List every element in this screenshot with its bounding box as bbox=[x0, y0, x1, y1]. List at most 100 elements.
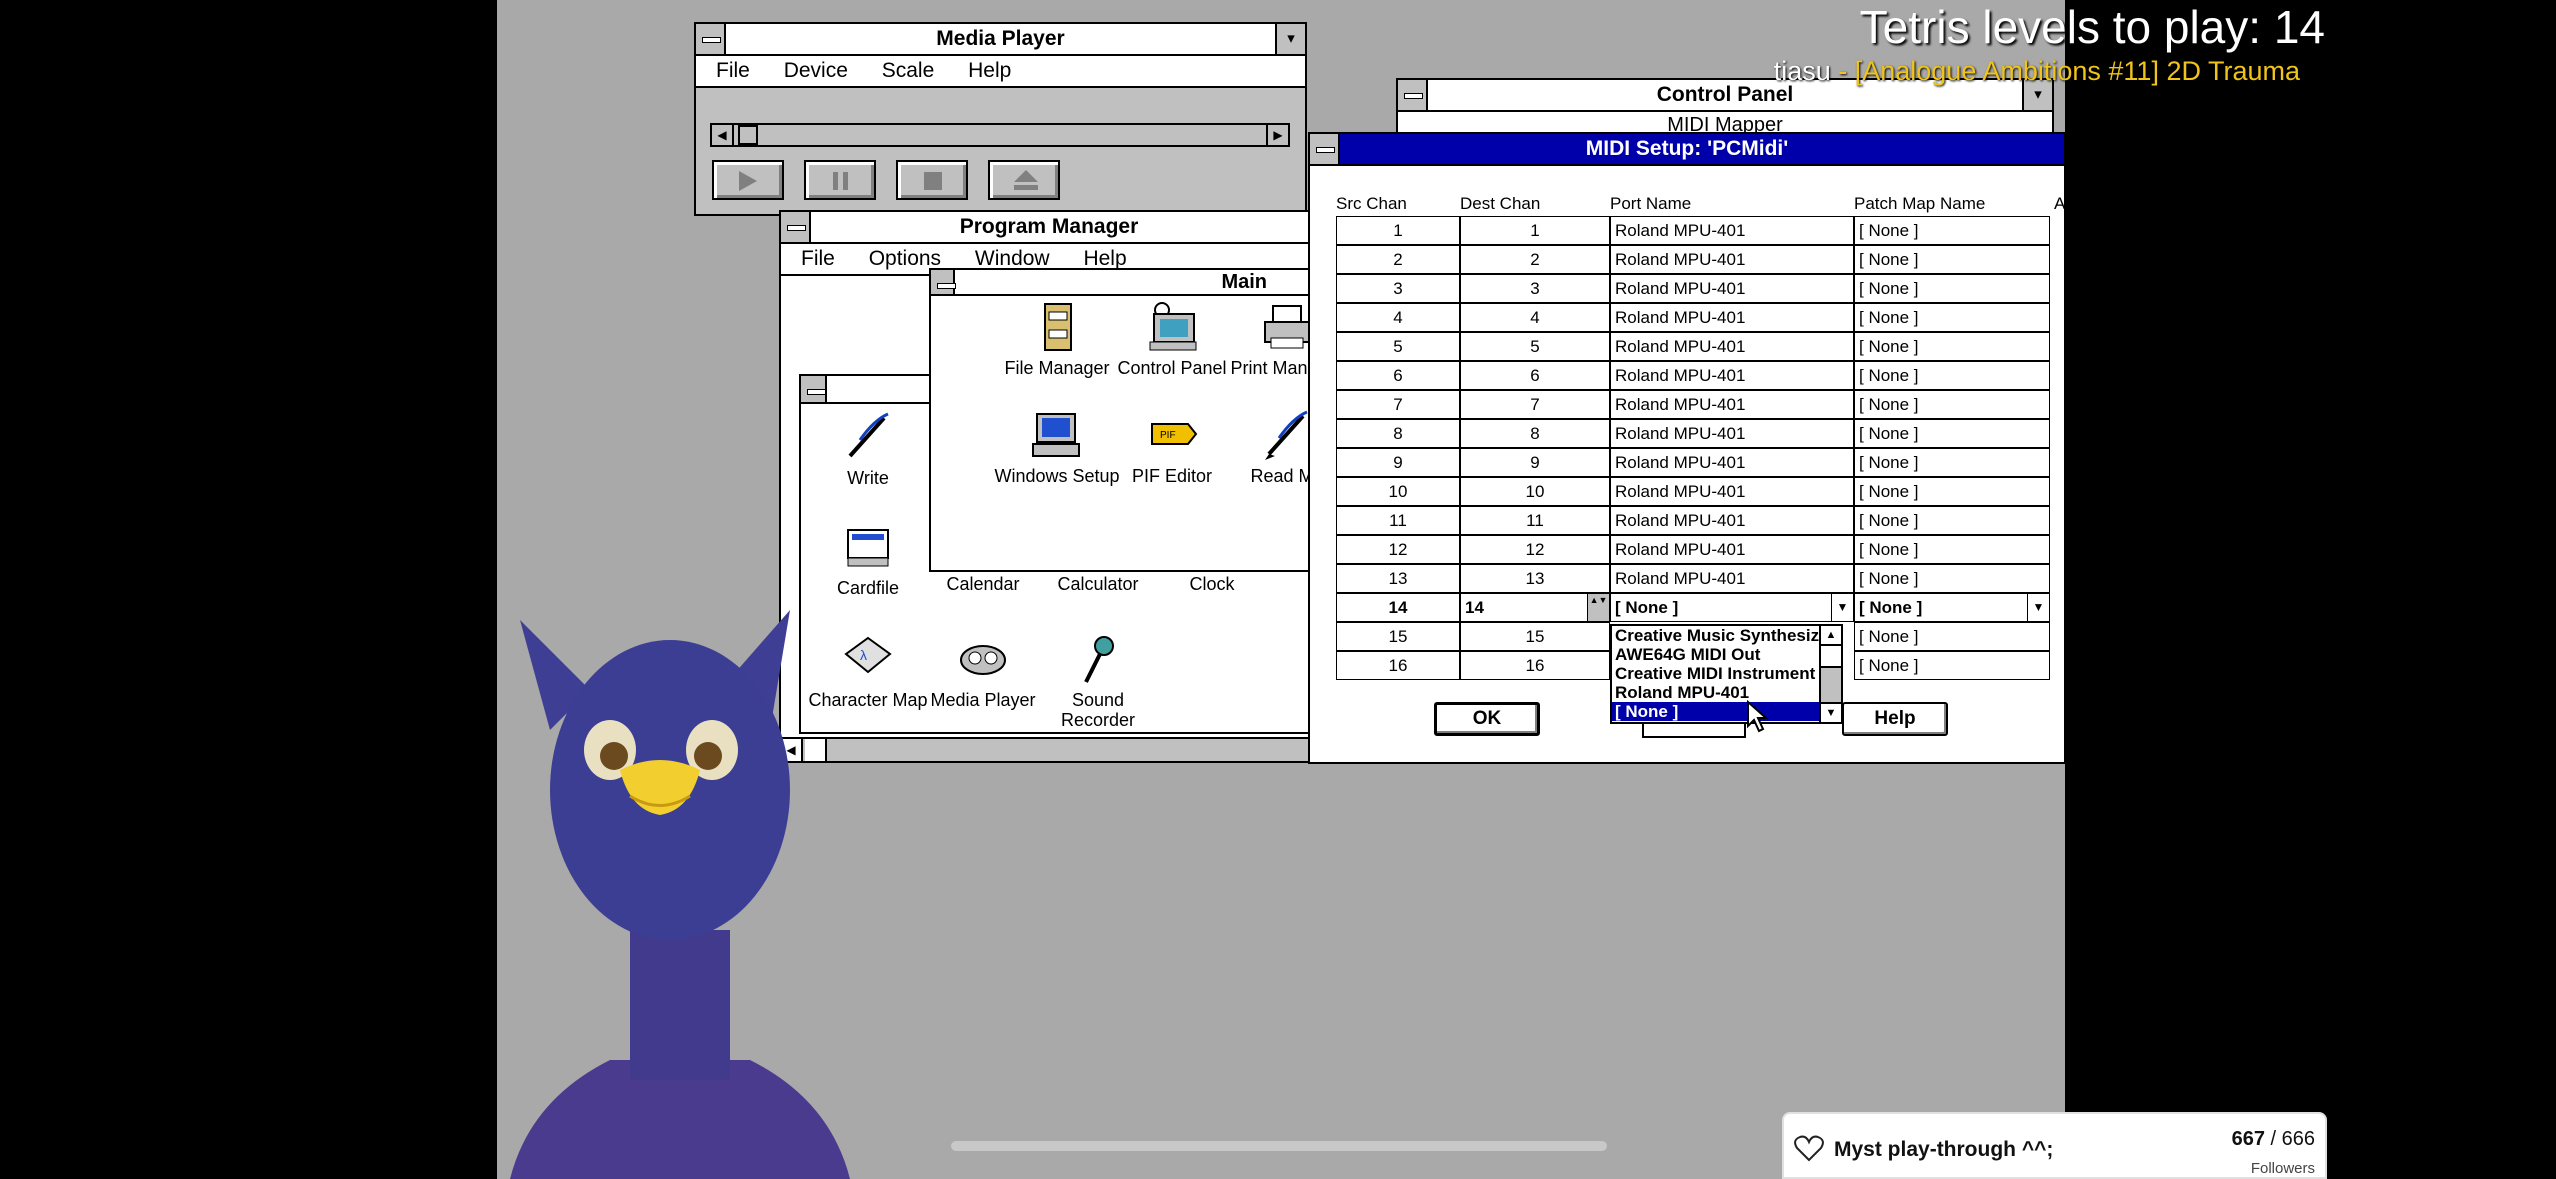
port-name-cell[interactable]: Roland MPU-401 bbox=[1610, 274, 1854, 303]
pause-button[interactable] bbox=[804, 160, 876, 200]
port-dropdown-list[interactable]: Creative Music Synthesizer AWE64G MIDI Ou… bbox=[1610, 624, 1843, 724]
print-manager-icon[interactable]: Print Manager bbox=[1222, 300, 1317, 378]
play-button[interactable] bbox=[712, 160, 784, 200]
system-menu-icon[interactable] bbox=[781, 212, 811, 242]
port-name-cell[interactable]: Roland MPU-401 bbox=[1610, 390, 1854, 419]
system-menu-icon[interactable] bbox=[696, 24, 726, 54]
dropdown-option[interactable]: Creative MIDI Instrument bbox=[1612, 664, 1819, 683]
menu-scale[interactable]: Scale bbox=[874, 56, 943, 86]
position-scrollbar[interactable]: ◀ ▶ bbox=[710, 123, 1290, 147]
menu-help[interactable]: Help bbox=[960, 56, 1019, 86]
dest-chan-cell[interactable]: 3 bbox=[1460, 274, 1610, 303]
dest-chan-cell[interactable]: 4 bbox=[1460, 303, 1610, 332]
main-group-title[interactable]: Main bbox=[931, 270, 1317, 296]
windows-setup-icon[interactable]: Windows Setup bbox=[992, 408, 1122, 486]
media-player-title[interactable]: Media Player bbox=[696, 24, 1305, 56]
patch-map-cell[interactable]: [ None ] bbox=[1854, 245, 2050, 274]
read-me-icon[interactable]: Read Me bbox=[1222, 408, 1317, 486]
scroll-thumb[interactable] bbox=[738, 125, 758, 145]
dropdown-option[interactable]: Roland MPU-401 bbox=[1612, 683, 1819, 702]
dropdown-scrollbar[interactable]: ▲ ▼ bbox=[1819, 626, 1841, 722]
scroll-thumb[interactable] bbox=[1821, 646, 1841, 668]
dest-chan-cell[interactable]: 15 bbox=[1460, 622, 1610, 651]
dest-chan-cell[interactable]: 7 bbox=[1460, 390, 1610, 419]
port-name-cell[interactable]: Roland MPU-401 bbox=[1610, 303, 1854, 332]
minimize-icon[interactable]: ▾ bbox=[1275, 24, 1305, 54]
dropdown-option[interactable]: Creative Music Synthesizer bbox=[1612, 626, 1819, 645]
dropdown-option[interactable]: AWE64G MIDI Out bbox=[1612, 645, 1819, 664]
dest-chan-cell[interactable]: 9 bbox=[1460, 448, 1610, 477]
system-menu-icon[interactable] bbox=[1310, 134, 1340, 164]
sound-recorder-icon[interactable]: Sound Recorder bbox=[1033, 632, 1163, 730]
calendar-label[interactable]: Calendar bbox=[918, 574, 1048, 594]
dest-chan-cell[interactable]: 12 bbox=[1460, 535, 1610, 564]
file-manager-icon[interactable]: File Manager bbox=[992, 300, 1122, 378]
dest-chan-cell[interactable]: 13 bbox=[1460, 564, 1610, 593]
port-name-cell[interactable]: Roland MPU-401 bbox=[1610, 448, 1854, 477]
media-player-icon[interactable]: Media Player bbox=[918, 632, 1048, 710]
dest-chan-cell[interactable]: 1 bbox=[1460, 216, 1610, 245]
eject-button[interactable] bbox=[988, 160, 1060, 200]
dropdown-arrow-icon[interactable]: ▼ bbox=[2027, 594, 2049, 621]
port-name-cell[interactable]: Roland MPU-401 bbox=[1610, 506, 1854, 535]
patch-map-cell[interactable]: [ None ] ▼ bbox=[1854, 593, 2050, 622]
patch-map-cell[interactable]: [ None ] bbox=[1854, 419, 2050, 448]
system-menu-icon[interactable] bbox=[1398, 80, 1428, 110]
system-menu-icon[interactable] bbox=[931, 270, 956, 294]
port-name-cell[interactable]: Roland MPU-401 bbox=[1610, 564, 1854, 593]
port-name-cell[interactable]: Roland MPU-401 bbox=[1610, 535, 1854, 564]
control-panel-icon[interactable]: Control Panel bbox=[1107, 300, 1237, 378]
patch-map-cell[interactable]: [ None ] bbox=[1854, 390, 2050, 419]
port-name-cell[interactable]: Roland MPU-401 bbox=[1610, 245, 1854, 274]
help-button[interactable]: Help bbox=[1842, 702, 1948, 736]
dest-chan-cell[interactable]: 14 ▲▼ bbox=[1460, 593, 1610, 622]
dest-chan-cell[interactable]: 5 bbox=[1460, 332, 1610, 361]
menu-file[interactable]: File bbox=[708, 56, 758, 86]
patch-map-cell[interactable]: [ None ] bbox=[1854, 651, 2050, 680]
ok-button[interactable]: OK bbox=[1434, 702, 1540, 736]
port-name-cell[interactable]: [ None ] ▼ bbox=[1610, 593, 1854, 622]
patch-map-cell[interactable]: [ None ] bbox=[1854, 477, 2050, 506]
menu-file[interactable]: File bbox=[793, 244, 843, 274]
port-name-cell[interactable]: Roland MPU-401 bbox=[1610, 332, 1854, 361]
dest-chan-cell[interactable]: 2 bbox=[1460, 245, 1610, 274]
cardfile-icon[interactable]: Cardfile bbox=[803, 520, 933, 598]
patch-map-cell[interactable]: [ None ] bbox=[1854, 303, 2050, 332]
stop-button[interactable] bbox=[896, 160, 968, 200]
dropdown-option[interactable]: [ None ] bbox=[1612, 702, 1819, 721]
write-icon[interactable]: Write bbox=[803, 410, 933, 488]
spinner-icon[interactable]: ▲▼ bbox=[1587, 594, 1609, 621]
patch-map-cell[interactable]: [ None ] bbox=[1854, 564, 2050, 593]
scroll-right-icon[interactable]: ▶ bbox=[1266, 125, 1288, 145]
program-manager-title[interactable]: Program Manager bbox=[781, 212, 1317, 244]
dest-chan-cell[interactable]: 16 bbox=[1460, 651, 1610, 680]
system-menu-icon[interactable] bbox=[801, 376, 827, 402]
scroll-up-icon[interactable]: ▲ bbox=[1821, 626, 1841, 646]
patch-map-cell[interactable]: [ None ] bbox=[1854, 506, 2050, 535]
port-name-cell[interactable]: Roland MPU-401 bbox=[1610, 419, 1854, 448]
patch-map-cell[interactable]: [ None ] bbox=[1854, 361, 2050, 390]
patch-map-cell[interactable]: [ None ] bbox=[1854, 622, 2050, 651]
port-name-cell[interactable]: Roland MPU-401 bbox=[1610, 361, 1854, 390]
dest-chan-cell[interactable]: 8 bbox=[1460, 419, 1610, 448]
patch-map-cell[interactable]: [ None ] bbox=[1854, 274, 2050, 303]
midi-setup-title[interactable]: MIDI Setup: 'PCMidi' bbox=[1310, 134, 2064, 166]
clock-label[interactable]: Clock bbox=[1147, 574, 1277, 594]
calculator-label[interactable]: Calculator bbox=[1033, 574, 1163, 594]
dropdown-arrow-icon[interactable]: ▼ bbox=[1831, 594, 1853, 621]
menu-device[interactable]: Device bbox=[776, 56, 856, 86]
port-name-cell[interactable]: Roland MPU-401 bbox=[1610, 477, 1854, 506]
patch-map-cell[interactable]: [ None ] bbox=[1854, 535, 2050, 564]
patch-map-cell[interactable]: [ None ] bbox=[1854, 216, 2050, 245]
port-name-cell[interactable]: Roland MPU-401 bbox=[1610, 216, 1854, 245]
patch-map-cell[interactable]: [ None ] bbox=[1854, 448, 2050, 477]
dest-chan-cell[interactable]: 6 bbox=[1460, 361, 1610, 390]
scroll-down-icon[interactable]: ▼ bbox=[1821, 702, 1841, 722]
scroll-left-icon[interactable]: ◀ bbox=[712, 125, 734, 145]
dest-chan-cell[interactable]: 10 bbox=[1460, 477, 1610, 506]
dest-chan-cell[interactable]: 11 bbox=[1460, 506, 1610, 535]
patch-map-cell[interactable]: [ None ] bbox=[1854, 332, 2050, 361]
pif-editor-icon[interactable]: PIF PIF Editor bbox=[1107, 408, 1237, 486]
media-player-menubar: File Device Scale Help bbox=[696, 56, 1305, 88]
cancel-button[interactable] bbox=[1642, 724, 1746, 738]
